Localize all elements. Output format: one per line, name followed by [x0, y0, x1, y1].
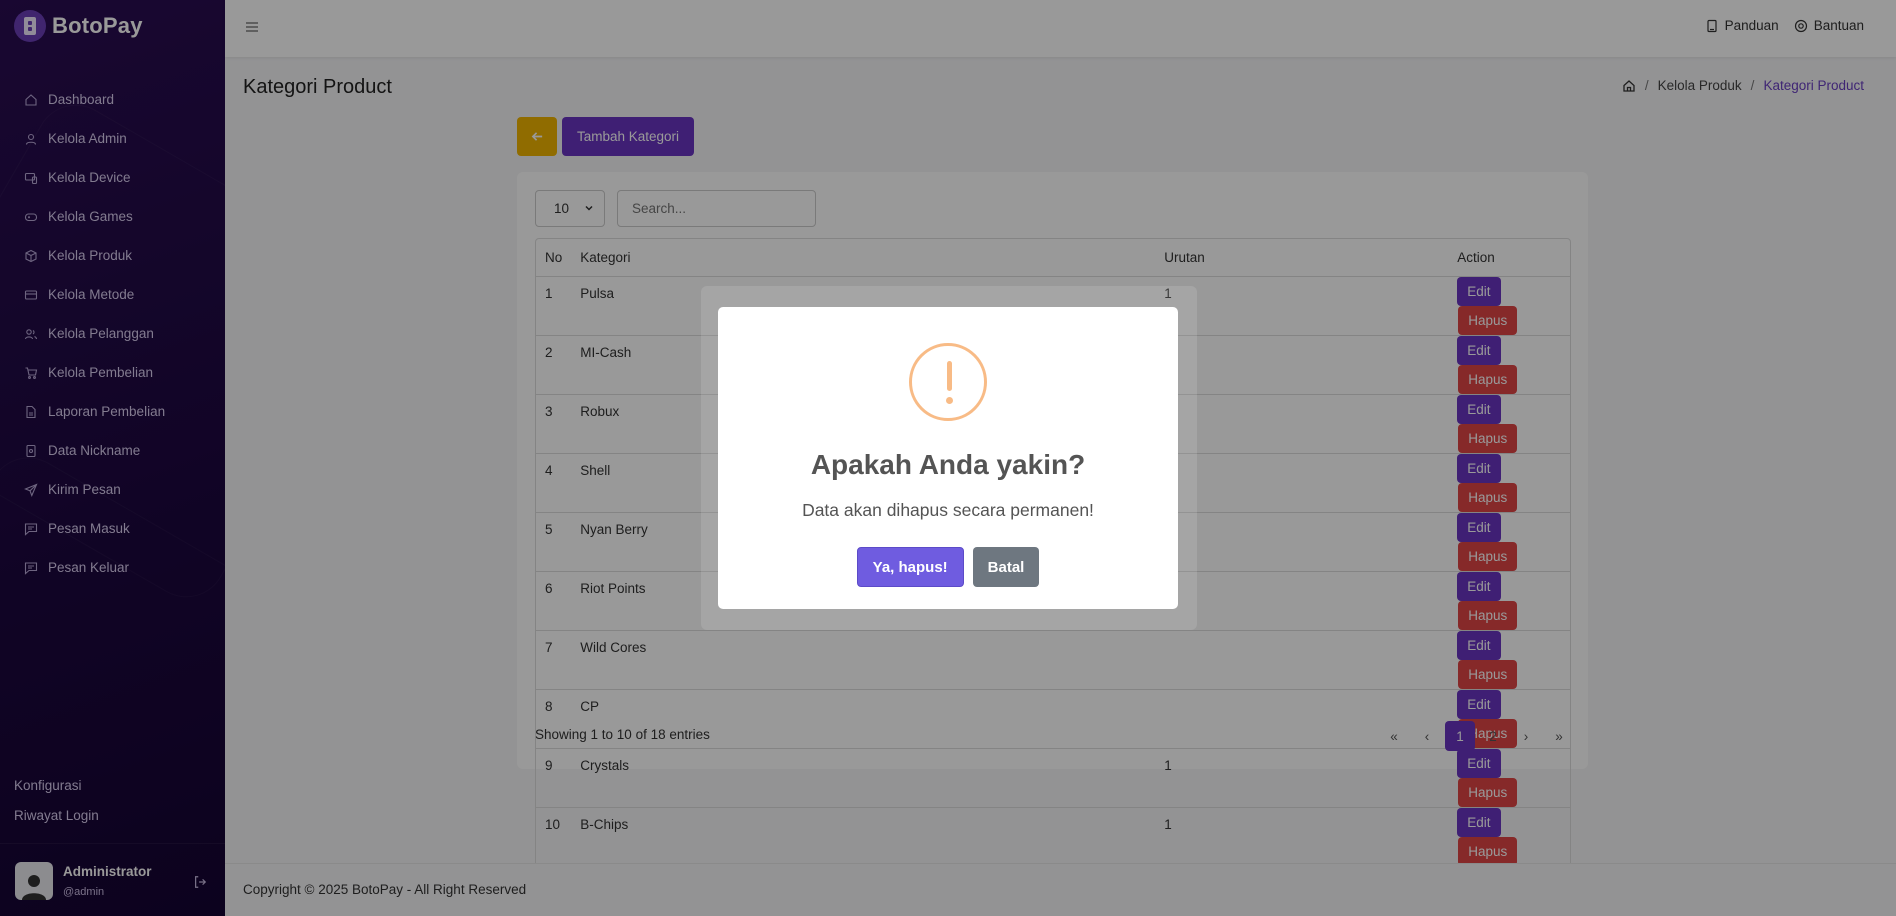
dialog-text: Data akan dihapus secara permanen!: [802, 500, 1094, 520]
cancel-button[interactable]: Batal: [972, 547, 1040, 587]
warning-icon: [909, 343, 987, 421]
confirm-delete-button[interactable]: Ya, hapus!: [856, 547, 964, 587]
dialog-title: Apakah Anda yakin?: [810, 449, 1086, 480]
confirm-dialog: Apakah Anda yakin? Data akan dihapus sec…: [718, 307, 1178, 609]
dialog-actions: Ya, hapus! Batal: [718, 547, 1178, 587]
